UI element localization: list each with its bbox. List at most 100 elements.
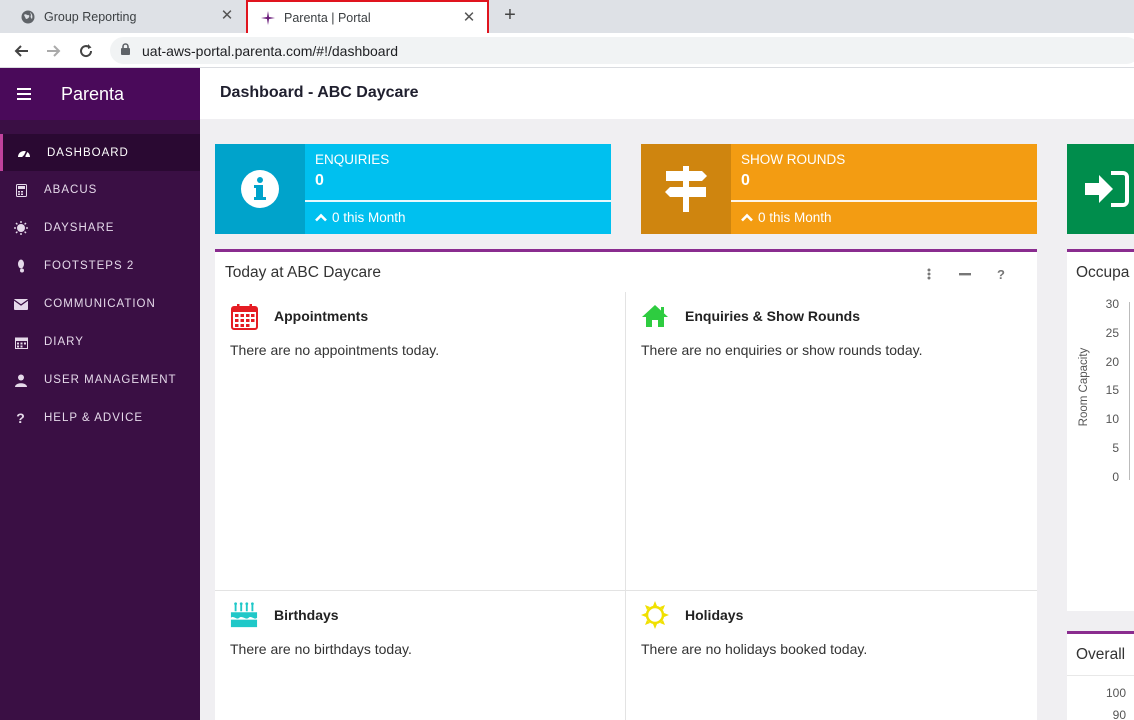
help-icon[interactable]: ? — [983, 265, 1019, 283]
section-title: Appointments — [274, 308, 369, 324]
enquiries-stat-card[interactable]: ENQUIRIES 0 0 this Month — [215, 144, 611, 234]
brand-name: Parenta — [61, 83, 125, 104]
globe-icon — [20, 9, 36, 25]
sidebar-item-label: COMMUNICATION — [44, 298, 156, 310]
enquiries-section: Enquiries & Show Rounds There are no enq… — [626, 292, 1037, 590]
page-header: Dashboard - ABC Daycare — [200, 68, 1134, 119]
sidebar-item-diary[interactable]: DIARY — [0, 323, 200, 361]
show-rounds-stat-card[interactable]: SHOW ROUNDS 0 0 this Month — [641, 144, 1037, 234]
sidebar-item-label: USER MANAGEMENT — [44, 374, 177, 386]
sidebar-item-label: ABACUS — [44, 184, 98, 196]
sidebar-item-abacus[interactable]: ABACUS — [0, 171, 200, 209]
y-tick: 20 — [1105, 355, 1119, 369]
url-field[interactable]: uat-aws-portal.parenta.com/#!/dashboard — [110, 37, 1134, 64]
browser-tab-bar: Group Reporting ✕ Parenta | Portal ✕ + — [0, 0, 1134, 36]
browser-address-bar: uat-aws-portal.parenta.com/#!/dashboard — [0, 33, 1134, 68]
parenta-logo-icon — [260, 10, 276, 26]
calendar-icon — [14, 335, 28, 349]
axis-line — [1129, 302, 1130, 480]
y-tick: 5 — [1112, 441, 1119, 455]
dashboard-icon — [17, 146, 31, 160]
sidebar: Parenta DASHBOARD ABACUS DAYSHARE FOOTST… — [0, 68, 200, 720]
section-title: Birthdays — [274, 607, 339, 623]
sun-icon — [641, 601, 669, 629]
stat-footer: 0 this Month — [332, 210, 406, 225]
calculator-icon — [14, 183, 28, 197]
sidebar-item-user-management[interactable]: USER MANAGEMENT — [0, 361, 200, 399]
stat-label: SHOW ROUNDS — [741, 152, 846, 167]
section-title: Enquiries & Show Rounds — [685, 308, 861, 324]
tab-group-reporting[interactable]: Group Reporting ✕ — [0, 0, 245, 33]
overall-panel: Overall 100 90 — [1067, 631, 1134, 720]
panel-tools: ? — [911, 265, 1019, 283]
sidebar-item-help[interactable]: ? HELP & ADVICE — [0, 399, 200, 437]
sign-in-stat-card[interactable] — [1067, 144, 1134, 234]
stat-footer: 0 this Month — [758, 210, 832, 225]
stat-value: 0 — [315, 172, 324, 189]
tab-title: Group Reporting — [44, 9, 137, 24]
more-options-icon[interactable] — [911, 265, 947, 283]
url-text: uat-aws-portal.parenta.com/#!/dashboard — [142, 43, 399, 59]
holidays-section: Holidays There are no holidays booked to… — [626, 591, 1037, 720]
sun-icon — [14, 221, 28, 235]
sidebar-item-label: HELP & ADVICE — [44, 412, 144, 424]
tab-title: Parenta | Portal — [284, 11, 371, 25]
occupancy-panel: Occupa Room Capacity 30 25 20 15 10 5 0 — [1067, 249, 1134, 611]
forward-icon[interactable] — [43, 40, 65, 62]
sidebar-item-communication[interactable]: COMMUNICATION — [0, 285, 200, 323]
y-tick: 25 — [1105, 326, 1119, 340]
y-tick: 10 — [1105, 412, 1119, 426]
y-axis-label: Room Capacity — [1078, 347, 1090, 427]
page-title: Dashboard - ABC Daycare — [220, 84, 419, 101]
envelope-icon — [14, 297, 28, 311]
close-icon[interactable]: ✕ — [461, 10, 477, 26]
brand-bar: Parenta — [0, 68, 200, 120]
birthdays-section: Birthdays There are no birthdays today. — [215, 591, 625, 720]
y-tick: 100 — [1105, 686, 1126, 700]
close-icon[interactable]: ✕ — [219, 8, 235, 24]
menu-icon[interactable] — [17, 88, 31, 100]
new-tab-button[interactable]: + — [499, 4, 521, 26]
question-icon: ? — [16, 410, 26, 426]
chevron-up-icon — [741, 210, 753, 225]
section-text: There are no appointments today. — [230, 342, 440, 358]
y-tick: 0 — [1112, 470, 1119, 484]
stat-value: 0 — [741, 172, 750, 189]
section-text: There are no holidays booked today. — [641, 641, 868, 657]
y-tick: 30 — [1105, 297, 1119, 311]
collapse-icon[interactable] — [947, 265, 983, 283]
tab-parenta-portal[interactable]: Parenta | Portal ✕ — [246, 0, 489, 36]
chevron-up-icon — [315, 210, 327, 225]
section-text: There are no birthdays today. — [230, 641, 412, 657]
y-tick: 90 — [1112, 708, 1126, 720]
sidebar-item-label: DIARY — [44, 336, 84, 348]
occupancy-y-axis: Room Capacity 30 25 20 15 10 5 0 — [1067, 297, 1134, 497]
sidebar-item-label: DAYSHARE — [44, 222, 115, 234]
overall-panel-title: Overall — [1076, 646, 1126, 663]
lock-icon — [120, 43, 131, 61]
y-tick: 15 — [1105, 383, 1119, 397]
user-icon — [14, 373, 28, 387]
stat-label: ENQUIRIES — [315, 152, 390, 167]
section-text: There are no enquiries or show rounds to… — [641, 342, 923, 358]
sidebar-item-dayshare[interactable]: DAYSHARE — [0, 209, 200, 247]
footstep-icon — [14, 259, 28, 273]
sidebar-item-label: FOOTSTEPS 2 — [44, 260, 135, 272]
birthday-cake-icon — [230, 601, 258, 629]
reload-icon[interactable] — [75, 40, 97, 62]
back-icon[interactable] — [10, 40, 32, 62]
signpost-icon — [641, 144, 731, 234]
sidebar-item-footsteps[interactable]: FOOTSTEPS 2 — [0, 247, 200, 285]
info-icon — [215, 144, 305, 234]
appointments-section: Appointments There are no appointments t… — [215, 292, 625, 590]
home-icon — [641, 302, 669, 330]
today-panel-title: Today at ABC Daycare — [225, 264, 381, 281]
occupancy-panel-title: Occupa — [1076, 264, 1130, 281]
dashboard-content: ENQUIRIES 0 0 this Month SHOW ROUNDS 0 0… — [200, 119, 1134, 720]
divider — [1067, 675, 1134, 676]
sidebar-item-label: DASHBOARD — [47, 146, 129, 159]
section-title: Holidays — [685, 607, 744, 623]
sidebar-nav: DASHBOARD ABACUS DAYSHARE FOOTSTEPS 2 CO… — [0, 134, 200, 437]
sidebar-item-dashboard[interactable]: DASHBOARD — [0, 134, 200, 171]
sign-in-icon — [1067, 144, 1134, 234]
